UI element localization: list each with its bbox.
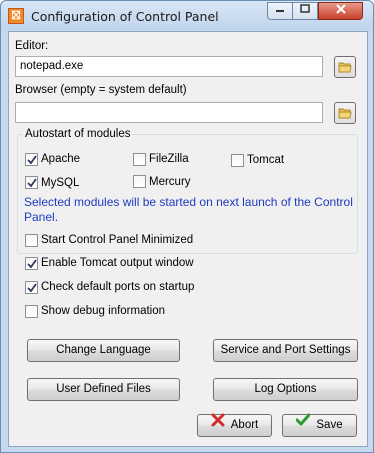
log-options-button[interactable]: Log Options [213, 378, 358, 401]
autostart-note: Selected modules will be started on next… [24, 195, 353, 224]
check-ports-label: Check default ports on startup [41, 281, 195, 293]
close-button[interactable] [318, 2, 363, 20]
editor-input[interactable]: notepad.exe [15, 56, 323, 77]
debug-info-label: Show debug information [41, 305, 166, 317]
mysql-label: MySQL [41, 177, 80, 189]
abort-button[interactable]: Abort [197, 413, 272, 437]
start-minimized-checkbox[interactable] [25, 234, 38, 247]
maximize-button[interactable] [292, 2, 318, 20]
window-title: Configuration of Control Panel [31, 9, 219, 24]
apache-checkbox[interactable] [25, 153, 38, 166]
mercury-label: Mercury [149, 176, 191, 188]
abort-label: Abort [230, 419, 259, 432]
start-minimized-label: Start Control Panel Minimized [41, 234, 194, 246]
save-button[interactable]: Save [282, 413, 357, 437]
check-ports-checkbox[interactable] [25, 281, 38, 294]
change-language-button[interactable]: Change Language [27, 339, 180, 362]
apache-label: Apache [41, 153, 81, 165]
tomcat-label: Tomcat [247, 154, 285, 166]
tomcat-output-label: Enable Tomcat output window [41, 257, 194, 269]
dialog-client-area: Editor: notepad.exe Browser (empty = sys… [8, 31, 368, 447]
user-defined-files-button[interactable]: User Defined Files [27, 378, 180, 401]
folder-icon [338, 108, 352, 119]
title-bar[interactable]: ⛝ Configuration of Control Panel [1, 1, 373, 31]
minimize-button[interactable] [267, 2, 293, 20]
browser-label: Browser (empty = system default) [15, 84, 187, 96]
filezilla-label: FileZilla [149, 153, 189, 165]
close-icon [335, 4, 346, 14]
checkmark-icon [27, 283, 37, 293]
minimize-icon [276, 10, 284, 12]
mysql-checkbox[interactable] [25, 176, 38, 189]
autostart-group-title: Autostart of modules [23, 128, 133, 140]
mercury-checkbox[interactable] [133, 175, 146, 188]
service-port-settings-button[interactable]: Service and Port Settings [213, 339, 358, 362]
tomcat-checkbox[interactable] [231, 154, 244, 167]
browser-input[interactable] [15, 102, 323, 123]
save-label: Save [316, 419, 343, 432]
checkmark-icon [27, 155, 37, 165]
checkmark-icon [27, 259, 37, 269]
folder-icon [338, 62, 352, 73]
debug-info-checkbox[interactable] [25, 305, 38, 318]
filezilla-checkbox[interactable] [133, 153, 146, 166]
maximize-icon [300, 4, 310, 13]
xampp-app-icon: ⛝ [8, 8, 24, 24]
config-window: ⛝ Configuration of Control Panel Editor:… [0, 0, 374, 453]
tomcat-output-checkbox[interactable] [25, 257, 38, 270]
browser-browse-button[interactable] [334, 102, 356, 124]
x-icon [211, 413, 225, 435]
checkmark-icon [27, 178, 37, 188]
checkmark-icon [295, 413, 311, 435]
editor-browse-button[interactable] [334, 56, 356, 78]
editor-label: Editor: [15, 40, 49, 52]
